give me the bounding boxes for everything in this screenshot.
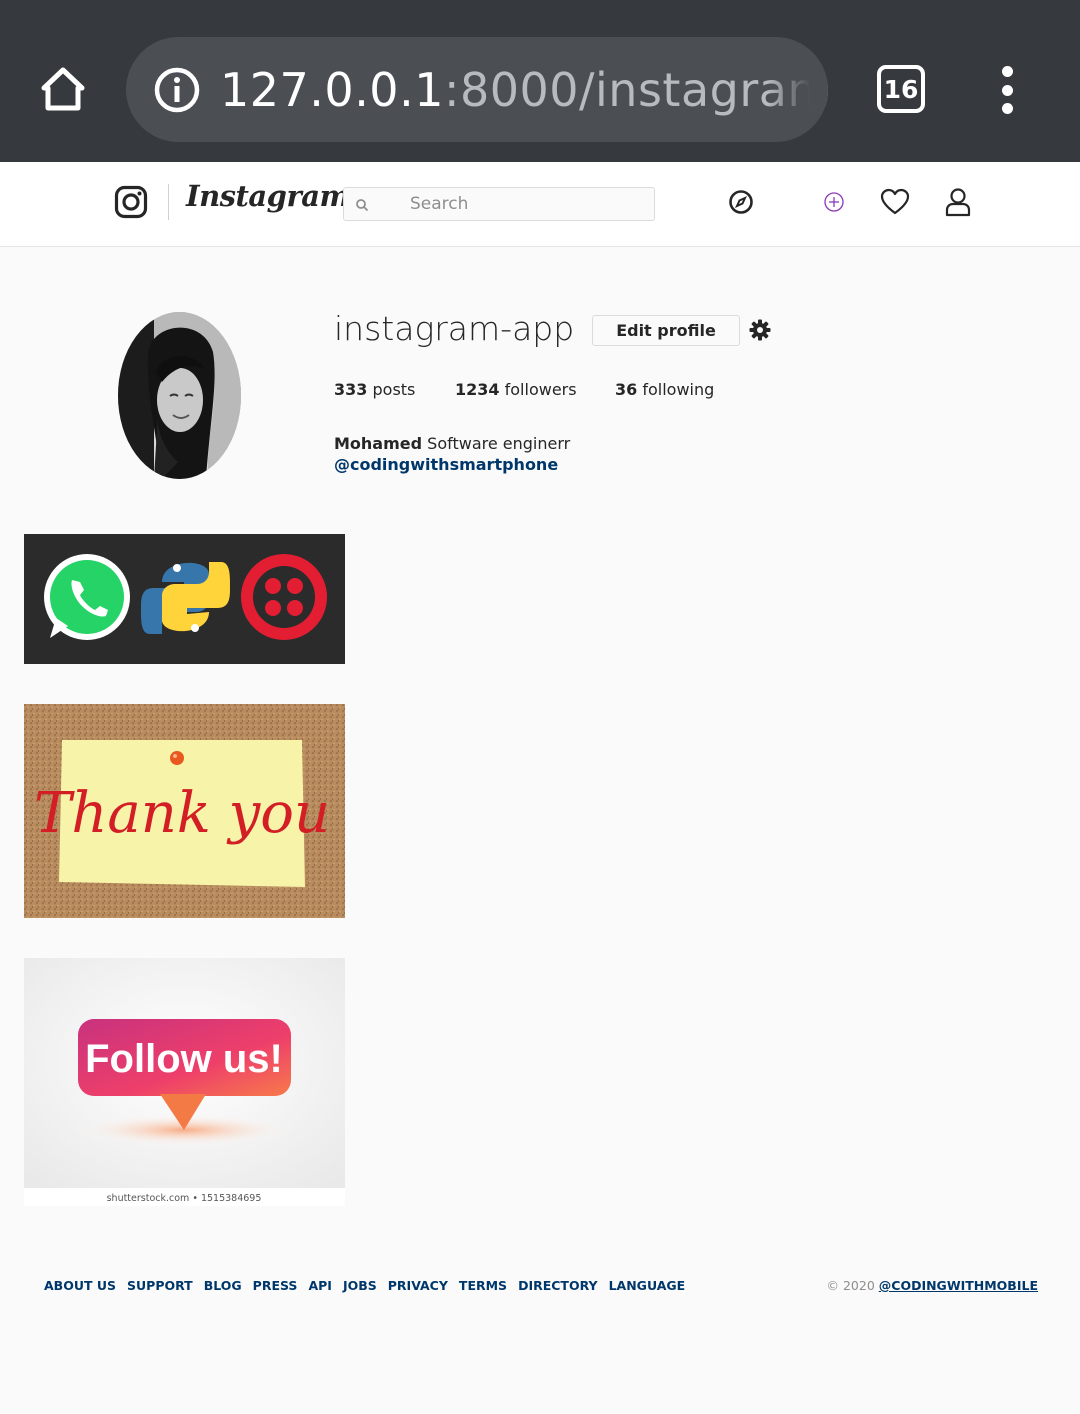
post-image-thank-you[interactable]: Thank you — [24, 704, 345, 918]
posts-label: posts — [372, 380, 416, 399]
edit-profile-button[interactable]: Edit profile — [592, 315, 740, 346]
footer-links: ABOUT US SUPPORT BLOG PRESS API JOBS PRI… — [44, 1278, 696, 1293]
home-icon[interactable] — [36, 62, 90, 116]
footer-link-language[interactable]: LANGUAGE — [609, 1278, 686, 1293]
footer-link-about[interactable]: ABOUT US — [44, 1278, 116, 1293]
address-bar[interactable]: 127.0.0.1:8000/instagram-a — [126, 37, 828, 142]
profile-avatar[interactable] — [118, 312, 241, 479]
logo-divider — [168, 184, 169, 220]
thank-you-text: Thank you — [34, 781, 330, 846]
user-icon[interactable] — [943, 187, 973, 217]
follow-us-text: Follow us! — [85, 1037, 283, 1081]
overflow-menu-icon[interactable] — [996, 66, 1018, 114]
heart-icon[interactable] — [880, 187, 910, 217]
search-box[interactable] — [343, 187, 655, 221]
post-image-follow-us[interactable]: Follow us! shutterstock.com • 1515384695 — [24, 958, 345, 1206]
stock-caption: shutterstock.com • 1515384695 — [107, 1193, 262, 1204]
instagram-logo[interactable]: Instagram — [186, 179, 350, 213]
footer-link-jobs[interactable]: JOBS — [343, 1278, 377, 1293]
footer-link-press[interactable]: PRESS — [253, 1278, 298, 1293]
twilio-logo-icon — [241, 554, 327, 640]
profile-bio: Mohamed Software enginerr @codingwithsma… — [334, 433, 570, 475]
copyright: © 2020 @CODINGWITHMOBILE — [826, 1278, 1038, 1293]
posts-count: 333 — [334, 380, 368, 399]
profile-full-name: Mohamed — [334, 434, 423, 453]
url-host: 127.0.0.1 — [220, 63, 444, 117]
instagram-camera-icon[interactable] — [114, 185, 148, 219]
search-input[interactable] — [410, 192, 640, 216]
profile-bio-text: Software enginerr — [427, 434, 571, 453]
followers-count: 1234 — [455, 380, 500, 399]
footer-link-api[interactable]: API — [308, 1278, 332, 1293]
browser-toolbar: 127.0.0.1:8000/instagram-a 16 — [0, 0, 1080, 162]
url-fade — [768, 37, 828, 142]
search-icon — [355, 198, 369, 212]
tab-switcher-button[interactable]: 16 — [877, 65, 925, 113]
footer-link-terms[interactable]: TERMS — [459, 1278, 507, 1293]
following-label: following — [642, 380, 715, 399]
copyright-link[interactable]: @CODINGWITHMOBILE — [879, 1278, 1038, 1293]
footer-link-blog[interactable]: BLOG — [204, 1278, 242, 1293]
following-count: 36 — [615, 380, 638, 399]
add-icon[interactable] — [819, 187, 849, 217]
following-stat[interactable]: 36 following — [615, 380, 714, 399]
info-icon[interactable] — [154, 67, 200, 113]
footer-link-directory[interactable]: DIRECTORY — [518, 1278, 598, 1293]
whatsapp-logo-icon — [44, 554, 130, 640]
posts-stat: 333 posts — [334, 380, 415, 399]
footer-link-privacy[interactable]: PRIVACY — [388, 1278, 448, 1293]
instagram-navbar: Instagram — [0, 162, 1080, 247]
profile-username: instagram-app — [334, 309, 575, 348]
followers-stat[interactable]: 1234 followers — [455, 380, 577, 399]
gear-icon[interactable] — [749, 319, 771, 341]
profile-bio-link[interactable]: @codingwithsmartphone — [334, 454, 570, 475]
url-text: 127.0.0.1:8000/instagram-a — [220, 61, 828, 119]
copyright-prefix: © 2020 — [826, 1278, 875, 1293]
footer-link-support[interactable]: SUPPORT — [127, 1278, 193, 1293]
compass-icon[interactable] — [726, 187, 756, 217]
post-image-logos[interactable] — [24, 534, 345, 664]
followers-label: followers — [504, 380, 577, 399]
